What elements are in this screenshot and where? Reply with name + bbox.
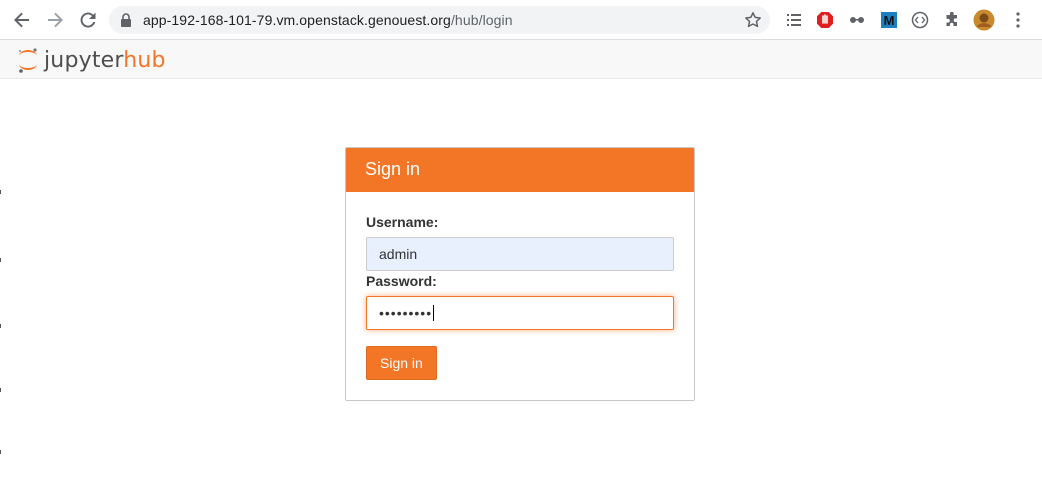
password-mask: •••••••••	[379, 305, 433, 321]
url-host: app-192-168-101-79.vm.openstack.genouest…	[143, 12, 451, 28]
back-arrow-icon	[14, 12, 29, 28]
forward-arrow-icon	[48, 12, 63, 28]
code-extension-button[interactable]	[909, 9, 931, 31]
jupyterhub-logo[interactable]: jupyterhub	[16, 44, 166, 76]
svg-text:M: M	[884, 13, 895, 28]
star-icon[interactable]	[744, 11, 762, 29]
window-edge-mark	[0, 258, 1, 262]
reload-button[interactable]	[74, 6, 102, 34]
window-edge-mark	[0, 388, 1, 392]
profile-avatar-icon	[973, 9, 995, 31]
window-edge-mark	[0, 324, 1, 328]
menu-dots-icon	[1016, 12, 1020, 28]
address-bar[interactable]: app-192-168-101-79.vm.openstack.genouest…	[109, 6, 770, 34]
m-extension-button[interactable]: M	[878, 9, 900, 31]
glasses-extension-button[interactable]	[846, 9, 868, 31]
lock-icon[interactable]	[120, 13, 132, 27]
jupyter-logo-icon	[18, 48, 37, 73]
login-panel: Sign in Username: admin Password: ••••••…	[345, 147, 695, 401]
adblock-icon	[817, 12, 833, 28]
logo-text-jupyter: jupyter	[44, 47, 124, 73]
forward-button[interactable]	[41, 6, 69, 34]
username-input[interactable]: admin	[366, 237, 674, 271]
text-caret	[433, 305, 435, 321]
login-heading: Sign in	[346, 148, 694, 192]
puzzle-icon	[946, 12, 957, 26]
password-input[interactable]: •••••••••	[366, 296, 674, 330]
url-path: /hub/login	[450, 12, 513, 28]
sign-in-button[interactable]: Sign in	[366, 346, 437, 380]
username-label: Username:	[366, 214, 439, 230]
reading-list-icon	[787, 14, 801, 26]
url-text[interactable]: app-192-168-101-79.vm.openstack.genouest…	[143, 12, 513, 28]
back-button[interactable]	[8, 6, 36, 34]
browser-toolbar: app-192-168-101-79.vm.openstack.genouest…	[0, 0, 1042, 40]
glasses-icon	[850, 17, 864, 23]
extensions-button[interactable]	[941, 9, 963, 31]
m-extension-icon: M	[881, 12, 897, 28]
menu-button[interactable]	[1007, 9, 1029, 31]
reload-icon	[80, 12, 96, 28]
profile-avatar[interactable]	[973, 9, 995, 31]
logo-text-hub: hub	[123, 47, 166, 73]
jupyterhub-navbar: jupyterhub	[0, 40, 1042, 79]
window-edge-mark	[0, 190, 1, 194]
code-extension-icon	[911, 11, 929, 29]
window-edge-mark	[0, 450, 1, 454]
password-label: Password:	[366, 273, 437, 289]
adblock-extension-button[interactable]	[814, 9, 836, 31]
reading-list-button[interactable]	[784, 9, 806, 31]
logo-text: jupyterhub	[44, 48, 166, 73]
